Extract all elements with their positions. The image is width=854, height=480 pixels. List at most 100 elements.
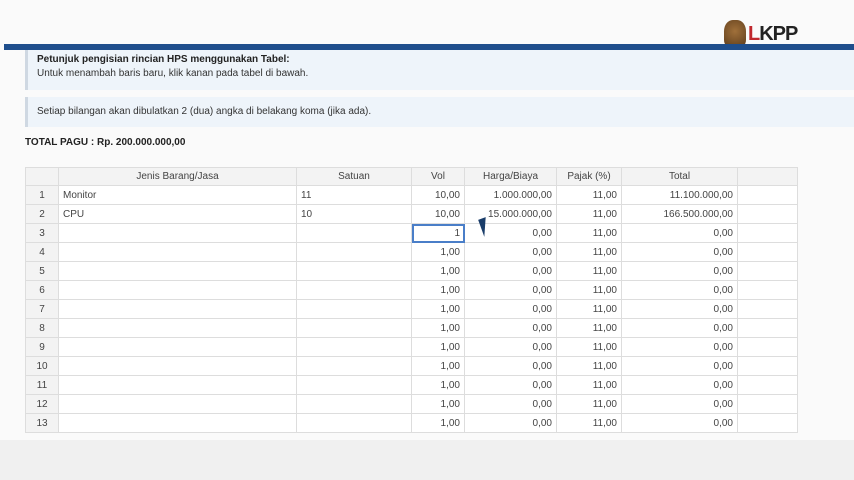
cell-price[interactable]: 0,00	[464, 337, 557, 357]
cell-volume[interactable]: 1,00	[411, 337, 465, 357]
cell-tax[interactable]: 11,00	[556, 223, 622, 243]
cell-unit[interactable]	[296, 223, 412, 243]
cell-unit[interactable]	[296, 242, 412, 262]
cell-extra[interactable]	[737, 413, 798, 433]
cell-extra[interactable]	[737, 280, 798, 300]
column-header-unit[interactable]: Satuan	[296, 167, 412, 186]
cell-total[interactable]: 166.500.000,00	[621, 204, 738, 224]
cell-volume[interactable]: 1,00	[411, 299, 465, 319]
cell-extra[interactable]	[737, 242, 798, 262]
cell-extra[interactable]	[737, 185, 798, 205]
cell-volume[interactable]: 1,00	[411, 413, 465, 433]
cell-extra[interactable]	[737, 223, 798, 243]
column-header-price[interactable]: Harga/Biaya	[464, 167, 557, 186]
cell-unit[interactable]	[296, 413, 412, 433]
cell-volume[interactable]: 1,00	[411, 394, 465, 414]
cell-extra[interactable]	[737, 375, 798, 395]
cell-unit[interactable]	[296, 356, 412, 376]
cell-unit[interactable]	[296, 261, 412, 281]
table-row[interactable]: 5 1,00 0,00 11,00 0,00	[25, 261, 798, 281]
cell-price[interactable]: 0,00	[464, 223, 557, 243]
table-row[interactable]: 12 1,00 0,00 11,00 0,00	[25, 394, 798, 414]
cell-price[interactable]: 0,00	[464, 261, 557, 281]
cell-extra[interactable]	[737, 394, 798, 414]
column-header-volume[interactable]: Vol	[411, 167, 465, 186]
cell-total[interactable]: 0,00	[621, 280, 738, 300]
cell-item-name[interactable]	[58, 261, 297, 281]
column-header-total[interactable]: Total	[621, 167, 738, 186]
cell-item-name[interactable]: CPU	[58, 204, 297, 224]
cell-volume[interactable]: 1,00	[411, 318, 465, 338]
cell-tax[interactable]: 11,00	[556, 204, 622, 224]
cell-extra[interactable]	[737, 337, 798, 357]
cell-item-name[interactable]	[58, 356, 297, 376]
cell-tax[interactable]: 11,00	[556, 185, 622, 205]
cell-unit[interactable]	[296, 280, 412, 300]
column-header-item-name[interactable]: Jenis Barang/Jasa	[58, 167, 297, 186]
cell-price[interactable]: 0,00	[464, 413, 557, 433]
cell-total[interactable]: 0,00	[621, 337, 738, 357]
cell-volume[interactable]: 1,00	[411, 261, 465, 281]
cell-price[interactable]: 0,00	[464, 242, 557, 262]
table-row[interactable]: 1 Monitor 11 10,00 1.000.000,00 11,00 11.100.0…	[25, 185, 798, 205]
cell-item-name[interactable]	[58, 375, 297, 395]
cell-price[interactable]: 0,00	[464, 280, 557, 300]
cell-item-name[interactable]	[58, 299, 297, 319]
cell-item-name[interactable]	[58, 223, 297, 243]
cell-extra[interactable]	[737, 299, 798, 319]
cell-item-name[interactable]: Monitor	[58, 185, 297, 205]
cell-tax[interactable]: 11,00	[556, 318, 622, 338]
cell-extra[interactable]	[737, 356, 798, 376]
cell-volume[interactable]: 1,00	[411, 242, 465, 262]
table-row[interactable]: 3 1 0,00 11,00 0,00	[25, 223, 798, 243]
cell-extra[interactable]	[737, 204, 798, 224]
cell-item-name[interactable]	[58, 242, 297, 262]
table-row[interactable]: 6 1,00 0,00 11,00 0,00	[25, 280, 798, 300]
cell-price[interactable]: 1.000.000,00	[464, 185, 557, 205]
cell-unit[interactable]	[296, 318, 412, 338]
column-header-row-number[interactable]	[25, 167, 59, 186]
cell-volume[interactable]: 10,00	[411, 185, 465, 205]
cell-total[interactable]: 11.100.000,00	[621, 185, 738, 205]
cell-volume[interactable]: 1	[411, 223, 465, 243]
table-row[interactable]: 9 1,00 0,00 11,00 0,00	[25, 337, 798, 357]
cell-unit[interactable]	[296, 375, 412, 395]
cell-volume[interactable]: 1,00	[411, 356, 465, 376]
cell-unit[interactable]	[296, 299, 412, 319]
cell-price[interactable]: 0,00	[464, 394, 557, 414]
column-header-extra[interactable]	[737, 167, 798, 186]
cell-total[interactable]: 0,00	[621, 299, 738, 319]
cell-tax[interactable]: 11,00	[556, 394, 622, 414]
cell-unit[interactable]: 10	[296, 204, 412, 224]
cell-tax[interactable]: 11,00	[556, 242, 622, 262]
cell-unit[interactable]	[296, 337, 412, 357]
cell-unit[interactable]: 11	[296, 185, 412, 205]
cell-item-name[interactable]	[58, 394, 297, 414]
cell-volume[interactable]: 10,00	[411, 204, 465, 224]
cell-price[interactable]: 0,00	[464, 318, 557, 338]
cell-total[interactable]: 0,00	[621, 242, 738, 262]
table-row[interactable]: 2 CPU 10 10,00 15.000.000,00 11,00 166.500.000…	[25, 204, 798, 224]
cell-tax[interactable]: 11,00	[556, 261, 622, 281]
cell-price[interactable]: 0,00	[464, 299, 557, 319]
cell-tax[interactable]: 11,00	[556, 413, 622, 433]
cell-unit[interactable]	[296, 394, 412, 414]
cell-total[interactable]: 0,00	[621, 413, 738, 433]
cell-total[interactable]: 0,00	[621, 318, 738, 338]
cell-tax[interactable]: 11,00	[556, 299, 622, 319]
cell-tax[interactable]: 11,00	[556, 337, 622, 357]
cell-total[interactable]: 0,00	[621, 356, 738, 376]
table-row[interactable]: 10 1,00 0,00 11,00 0,00	[25, 356, 798, 376]
cell-total[interactable]: 0,00	[621, 223, 738, 243]
cell-item-name[interactable]	[58, 318, 297, 338]
column-header-tax[interactable]: Pajak (%)	[556, 167, 622, 186]
cell-volume[interactable]: 1,00	[411, 280, 465, 300]
cell-tax[interactable]: 11,00	[556, 375, 622, 395]
hps-table[interactable]: Jenis Barang/Jasa Satuan Vol Harga/Biaya Paj…	[25, 167, 798, 433]
cell-tax[interactable]: 11,00	[556, 356, 622, 376]
cell-item-name[interactable]	[58, 337, 297, 357]
cell-tax[interactable]: 11,00	[556, 280, 622, 300]
table-row[interactable]: 13 1,00 0,00 11,00 0,00	[25, 413, 798, 433]
table-row[interactable]: 11 1,00 0,00 11,00 0,00	[25, 375, 798, 395]
cell-volume[interactable]: 1,00	[411, 375, 465, 395]
